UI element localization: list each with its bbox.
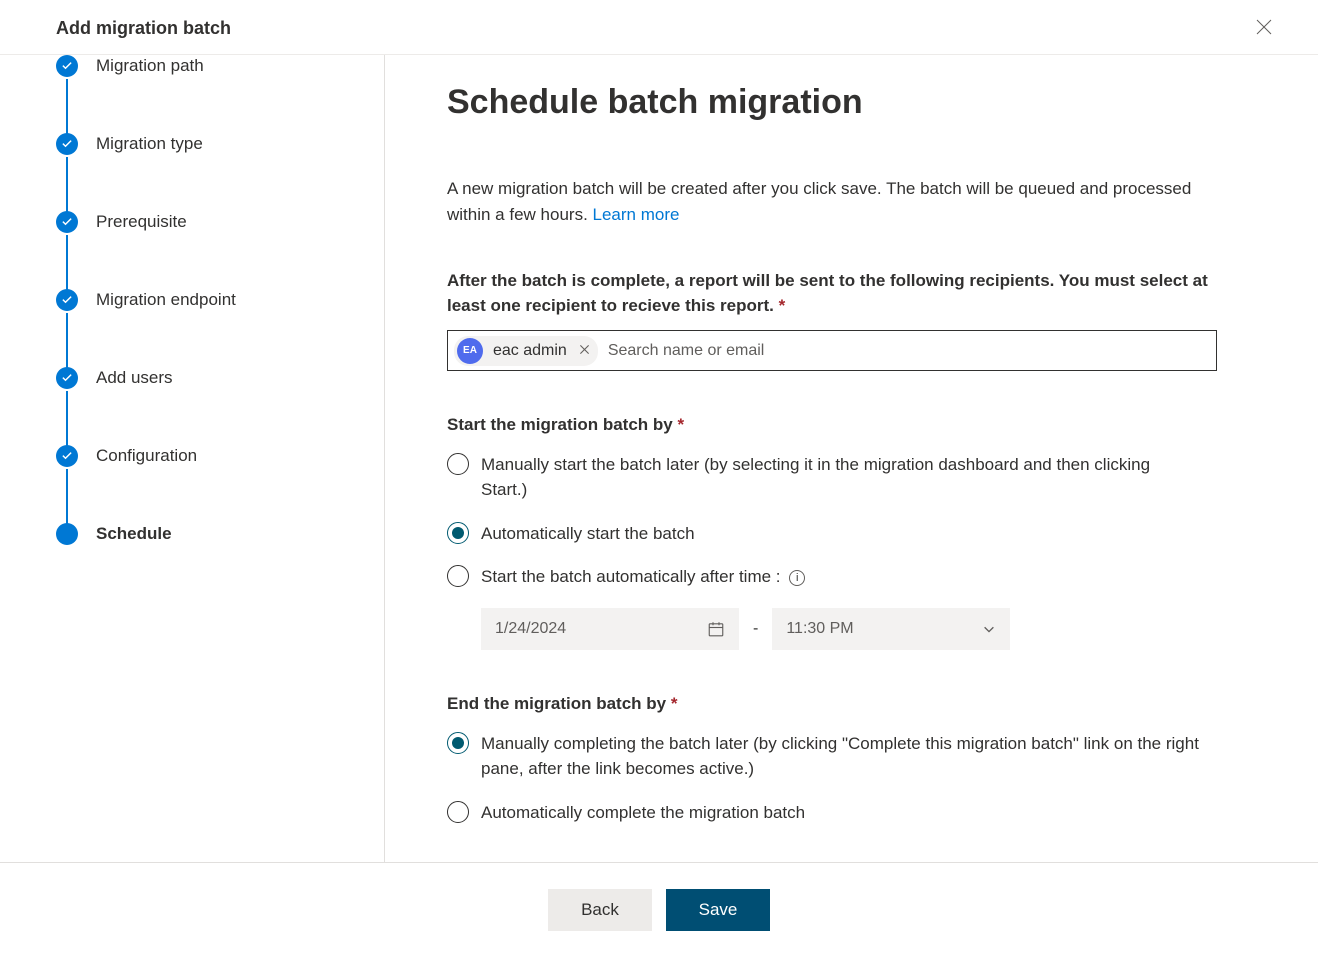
recipients-label-text: After the batch is complete, a report wi…: [447, 271, 1208, 315]
time-input[interactable]: 11:30 PM: [772, 608, 1010, 650]
close-icon: [579, 344, 590, 355]
start-option-after-time[interactable]: Start the batch automatically after time…: [447, 564, 1256, 590]
end-option-auto[interactable]: Automatically complete the migration bat…: [447, 800, 1256, 826]
close-button[interactable]: [1252, 14, 1276, 45]
chip-remove-button[interactable]: [577, 340, 592, 361]
recipient-chip: EA eac admin: [454, 336, 598, 366]
end-batch-label: End the migration batch by *: [447, 692, 1217, 717]
avatar: EA: [457, 338, 483, 364]
radio-icon: [447, 732, 469, 754]
radio-label: Manually completing the batch later (by …: [481, 731, 1201, 782]
panel-header: Add migration batch: [0, 0, 1318, 55]
footer: Back Save: [0, 862, 1318, 957]
description-text: A new migration batch will be created af…: [447, 179, 1191, 224]
panel-title: Add migration batch: [56, 18, 231, 38]
check-icon: [56, 367, 78, 389]
current-step-icon: [56, 523, 78, 545]
learn-more-link[interactable]: Learn more: [593, 205, 680, 224]
step-schedule[interactable]: Schedule: [56, 523, 384, 545]
start-option-manual[interactable]: Manually start the batch later (by selec…: [447, 452, 1256, 503]
step-migration-type[interactable]: Migration type: [56, 133, 384, 211]
step-label: Schedule: [96, 524, 172, 544]
check-icon: [56, 445, 78, 467]
step-label: Migration path: [96, 56, 204, 76]
datetime-row: 1/24/2024 - 11:30 PM: [481, 608, 1256, 650]
start-batch-label: Start the migration batch by *: [447, 413, 1217, 438]
calendar-icon: [707, 620, 725, 638]
radio-label: Start the batch automatically after time…: [481, 564, 805, 590]
page-title: Schedule batch migration: [447, 83, 1256, 122]
step-list: Migration path Migration type Prerequisi…: [56, 55, 384, 545]
radio-label: Manually start the batch later (by selec…: [481, 452, 1201, 503]
required-indicator: *: [671, 694, 678, 713]
chevron-down-icon: [982, 622, 996, 636]
step-label: Migration type: [96, 134, 203, 154]
close-icon: [1256, 19, 1272, 35]
steps-sidebar: Migration path Migration type Prerequisi…: [0, 55, 385, 862]
step-label: Configuration: [96, 446, 197, 466]
description: A new migration batch will be created af…: [447, 176, 1217, 227]
start-option-auto[interactable]: Automatically start the batch: [447, 521, 1256, 547]
time-value: 11:30 PM: [786, 620, 853, 638]
required-indicator: *: [779, 296, 786, 315]
info-icon[interactable]: i: [789, 570, 805, 586]
check-icon: [56, 55, 78, 77]
start-batch-group: Start the migration batch by * Manually …: [447, 413, 1256, 650]
content-wrapper: Migration path Migration type Prerequisi…: [0, 55, 1318, 862]
recipient-search-input[interactable]: [608, 342, 1210, 360]
recipient-input[interactable]: EA eac admin: [447, 330, 1217, 371]
end-option-manual[interactable]: Manually completing the batch later (by …: [447, 731, 1256, 782]
required-indicator: *: [677, 415, 684, 434]
end-batch-group: End the migration batch by * Manually co…: [447, 692, 1256, 825]
radio-label-text: Start the batch automatically after time…: [481, 567, 781, 586]
step-label: Migration endpoint: [96, 290, 236, 310]
check-icon: [56, 211, 78, 233]
date-input[interactable]: 1/24/2024: [481, 608, 739, 650]
step-configuration[interactable]: Configuration: [56, 445, 384, 523]
save-button[interactable]: Save: [666, 889, 770, 931]
step-migration-endpoint[interactable]: Migration endpoint: [56, 289, 384, 367]
radio-icon: [447, 522, 469, 544]
main-content: Schedule batch migration A new migration…: [385, 55, 1318, 862]
recipients-label: After the batch is complete, a report wi…: [447, 269, 1217, 318]
check-icon: [56, 133, 78, 155]
step-label: Prerequisite: [96, 212, 187, 232]
date-value: 1/24/2024: [495, 620, 566, 638]
datetime-separator: -: [753, 620, 758, 638]
step-label: Add users: [96, 368, 173, 388]
radio-label: Automatically complete the migration bat…: [481, 800, 805, 826]
radio-label: Automatically start the batch: [481, 521, 695, 547]
radio-icon: [447, 801, 469, 823]
radio-icon: [447, 565, 469, 587]
end-batch-label-text: End the migration batch by: [447, 694, 666, 713]
step-migration-path[interactable]: Migration path: [56, 55, 384, 133]
start-batch-label-text: Start the migration batch by: [447, 415, 673, 434]
radio-icon: [447, 453, 469, 475]
back-button[interactable]: Back: [548, 889, 652, 931]
check-icon: [56, 289, 78, 311]
step-add-users[interactable]: Add users: [56, 367, 384, 445]
step-prerequisite[interactable]: Prerequisite: [56, 211, 384, 289]
chip-name: eac admin: [493, 342, 567, 360]
